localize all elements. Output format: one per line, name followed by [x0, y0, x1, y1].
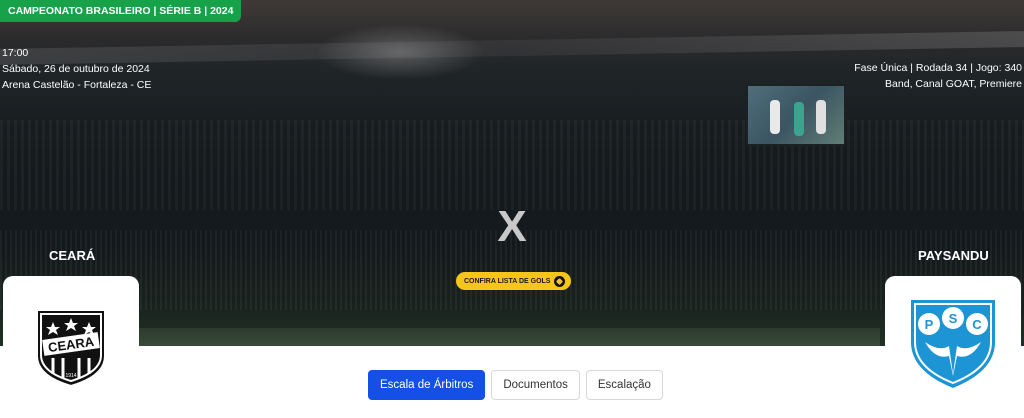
- paysandu-letter-p: P: [925, 317, 934, 332]
- ceara-crest-year: 1914: [65, 373, 76, 379]
- tab-escala-de-arbitros[interactable]: Escala de Árbitros: [368, 370, 486, 400]
- stadium-field: [120, 328, 880, 346]
- stadium-video-screen: [746, 84, 846, 146]
- versus-mark: X: [497, 202, 527, 251]
- away-team-name: PAYSANDU: [918, 248, 989, 263]
- match-info-left: 17:00 Sábado, 26 de outubro de 2024 Aren…: [2, 45, 151, 93]
- tab-documentos[interactable]: Documentos: [491, 370, 580, 400]
- away-team-crest-card[interactable]: P S C: [885, 276, 1021, 418]
- match-time: 17:00: [2, 47, 29, 59]
- paysandu-crest-icon: P S C: [911, 300, 995, 388]
- match-hero-banner: CAMPEONATO BRASILEIRO | SÉRIE B | 2024 1…: [0, 0, 1024, 346]
- home-team-name: CEARÁ: [49, 248, 96, 263]
- soccer-ball-icon: [554, 275, 566, 287]
- home-team-crest-card[interactable]: CEARA 1914: [3, 276, 139, 418]
- match-date: Sábado, 26 de outubro de 2024: [2, 63, 150, 75]
- match-venue: Arena Castelão - Fortaleza - CE: [2, 79, 152, 91]
- league-badge: CAMPEONATO BRASILEIRO | SÉRIE B | 2024: [0, 0, 242, 22]
- match-info-right: Fase Única | Rodada 34 | Jogo: 340 Band,…: [854, 60, 1022, 92]
- match-tabs: Escala de Árbitros Documentos Escalação: [368, 370, 663, 400]
- goals-list-label: CONFIRA LISTA DE GOLS: [464, 277, 551, 285]
- match-broadcast: Band, Canal GOAT, Premiere: [885, 78, 1022, 90]
- goals-list-button[interactable]: CONFIRA LISTA DE GOLS: [456, 272, 572, 290]
- tab-escalacao[interactable]: Escalação: [585, 370, 663, 400]
- paysandu-letter-s: S: [949, 311, 958, 326]
- ceara-crest-icon: CEARA 1914: [36, 309, 106, 388]
- paysandu-letter-c: C: [972, 317, 982, 332]
- stadium-stands-upper: [0, 120, 1024, 210]
- match-phase: Fase Única | Rodada 34 | Jogo: 340: [854, 62, 1022, 74]
